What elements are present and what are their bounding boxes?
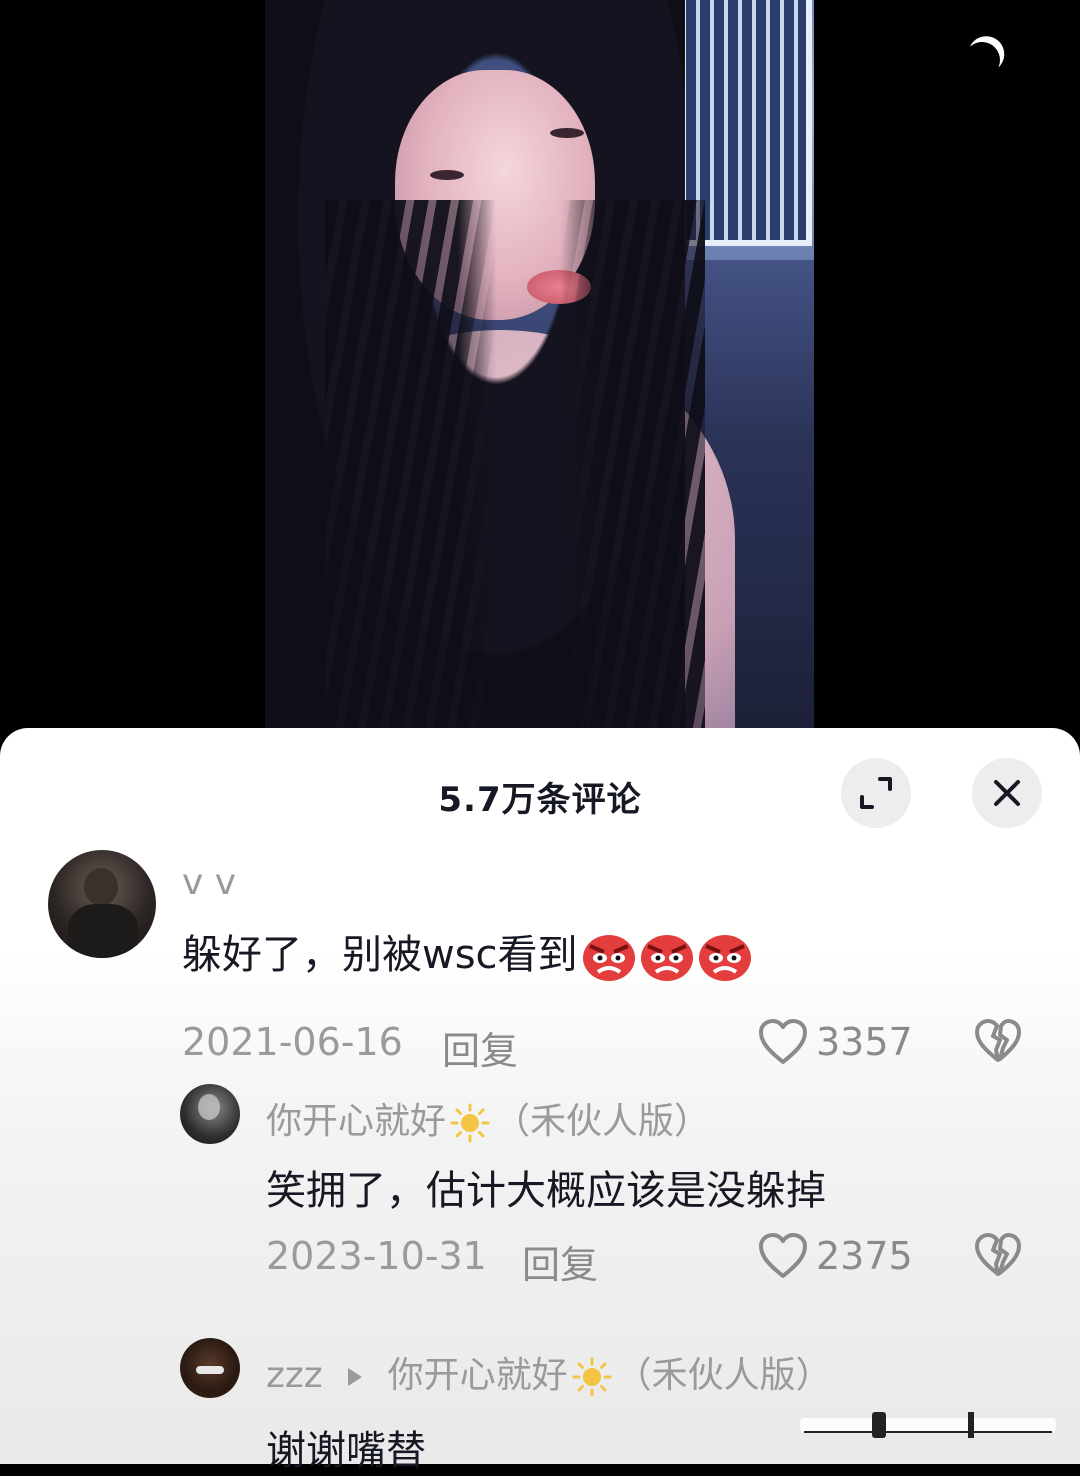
comments-count-title: 5.7万条评论 <box>438 780 642 820</box>
comments-sheet: 5.7万条评论 v v 躲好了，别被wsc看到 2021-06-16 回复 33… <box>0 728 1080 1474</box>
comment-text-body: 躲好了，别被wsc看到 <box>182 932 578 978</box>
username-text: zzz <box>266 1355 323 1396</box>
heart-icon[interactable] <box>758 1232 808 1280</box>
video-person-eye <box>550 128 584 138</box>
sun-icon <box>572 1357 612 1397</box>
angry-face-icon <box>582 935 635 981</box>
comment-text: 笑拥了，估计大概应该是没躲掉 <box>266 1168 826 1214</box>
reply-button[interactable]: 回复 <box>522 1234 598 1289</box>
like-count: 2375 <box>816 1234 913 1278</box>
reply-button[interactable]: 回复 <box>442 1020 518 1075</box>
reply-to-suffix: （禾伙人版） <box>615 1355 832 1396</box>
comment-username[interactable]: zzz 你开心就好 （禾伙人版） <box>266 1346 832 1398</box>
username-suffix: （禾伙人版） <box>494 1101 711 1142</box>
comment-text: 躲好了，别被wsc看到 <box>182 922 752 982</box>
video-player[interactable] <box>265 0 814 728</box>
avatar[interactable] <box>48 850 156 958</box>
comment-text: 谢谢嘴替 <box>266 1428 426 1474</box>
close-icon <box>994 780 1020 806</box>
avatar[interactable] <box>180 1084 240 1144</box>
expand-icon <box>860 777 892 809</box>
like-count: 3357 <box>816 1020 913 1064</box>
comment-date: 2023-10-31 <box>266 1234 487 1278</box>
angry-face-icon <box>640 935 693 981</box>
expand-button[interactable] <box>841 758 911 828</box>
comment-username[interactable]: 你开心就好 （禾伙人版） <box>266 1092 710 1144</box>
moon-icon <box>959 37 1005 83</box>
comment-date: 2021-06-16 <box>182 1020 403 1064</box>
angry-face-icon <box>698 935 751 981</box>
avatar[interactable] <box>180 1338 240 1398</box>
reply-to-username: 你开心就好 <box>387 1355 568 1396</box>
username-text: 你开心就好 <box>266 1101 447 1142</box>
broken-heart-icon[interactable] <box>974 1232 1022 1278</box>
reply-arrow-icon <box>348 1368 363 1386</box>
broken-heart-icon[interactable] <box>974 1018 1022 1064</box>
heart-icon[interactable] <box>758 1018 808 1066</box>
sun-icon <box>450 1103 490 1143</box>
video-person-hair-strands <box>325 200 705 728</box>
comment-username[interactable]: v v <box>182 862 236 903</box>
video-person-eye <box>430 170 464 180</box>
close-button[interactable] <box>972 758 1042 828</box>
watermark-logo <box>800 1412 1056 1438</box>
